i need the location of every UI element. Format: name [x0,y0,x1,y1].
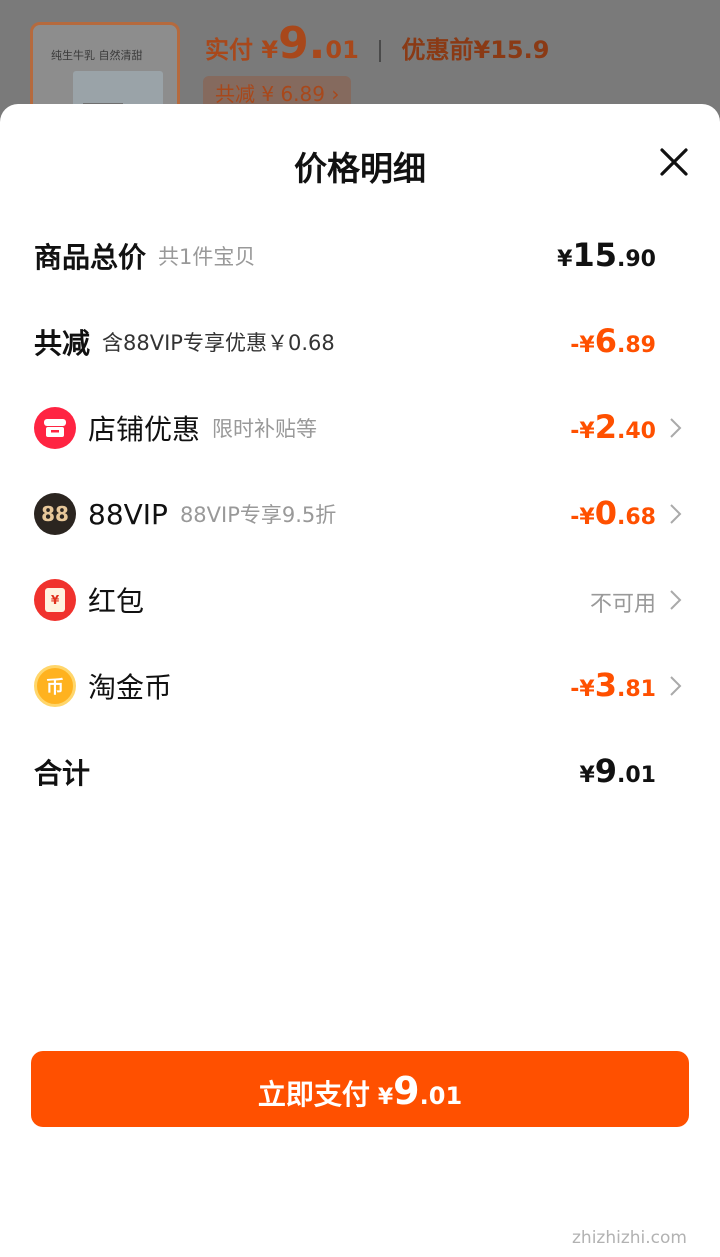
reduce-label: 共减 [34,327,91,360]
pay-label: 实付 [205,36,253,64]
sum-label: 合计 [34,757,91,790]
pay-int: 9. [278,18,326,69]
row-sum: 合计 ¥9.01 [0,742,720,802]
watermark: 值值值 zhizhizhi.com [568,1170,718,1254]
before-label: 优惠前 [401,36,474,64]
close-icon [660,148,688,176]
shop-discount-amount: -¥ 2.40 [570,408,656,446]
row-goods-total: 商品总价 共1件宝贝 ¥15.90 [0,226,720,286]
vip-label: 88VIP [88,497,168,531]
row-88vip[interactable]: 88 88VIP 88VIP专享9.5折 -¥ 0.68 [0,484,720,544]
background-pay-summary: 实付 ¥9.01 优惠前¥15.9 [205,18,549,69]
pay-now-label: 立即支付 [257,1078,370,1111]
vip-sub: 88VIP专享9.5折 [179,503,337,527]
store-icon [34,407,76,449]
goods-total-sub: 共1件宝贝 [158,245,256,269]
chevron-right-icon [670,504,682,524]
sum-amount: ¥9.01 [579,752,656,790]
pay-dec: 01 [325,36,359,64]
shop-discount-label: 店铺优惠 [88,413,201,446]
gold-coin-label: 淘金币 [88,671,173,704]
goods-total-label: 商品总价 [34,241,147,274]
thumbnail-text: 纯生牛乳 自然清甜 [51,49,143,62]
red-envelope-icon: ¥ [34,579,76,621]
red-packet-status: 不可用 [589,592,656,617]
close-button[interactable] [652,140,696,184]
before-value: ¥15.9 [473,36,550,64]
reduce-amount: -¥ 6.89 [570,322,656,360]
row-gold-coin[interactable]: 币 淘金币 -¥ 3.81 [0,656,720,716]
shop-discount-sub: 限时补贴等 [212,417,318,441]
red-packet-label: 红包 [88,585,145,618]
chevron-right-icon [670,676,682,696]
pay-currency: ¥ [261,36,279,64]
row-red-packet[interactable]: ¥ 红包 不可用 [0,570,720,630]
gold-coin-amount: -¥ 3.81 [570,666,656,704]
chevron-right-icon [670,418,682,438]
goods-total-amount: ¥15.90 [557,236,656,274]
chevron-right-icon [670,590,682,610]
sheet-title: 价格明细 [294,149,426,188]
row-total-reduce: 共减 含88VIP专享优惠￥0.68 -¥ 6.89 [0,312,720,372]
pay-now-button[interactable]: 立即支付 ¥9.01 [31,1051,689,1127]
row-shop-discount[interactable]: 店铺优惠 限时补贴等 -¥ 2.40 [0,398,720,458]
separator [379,40,382,62]
watermark-url: zhizhizhi.com [572,1228,687,1248]
vip-amount: -¥ 0.68 [570,494,656,532]
gold-coin-icon: 币 [34,665,76,707]
reduce-sub: 含88VIP专享优惠￥0.68 [102,331,335,355]
88vip-icon: 88 [34,493,76,535]
